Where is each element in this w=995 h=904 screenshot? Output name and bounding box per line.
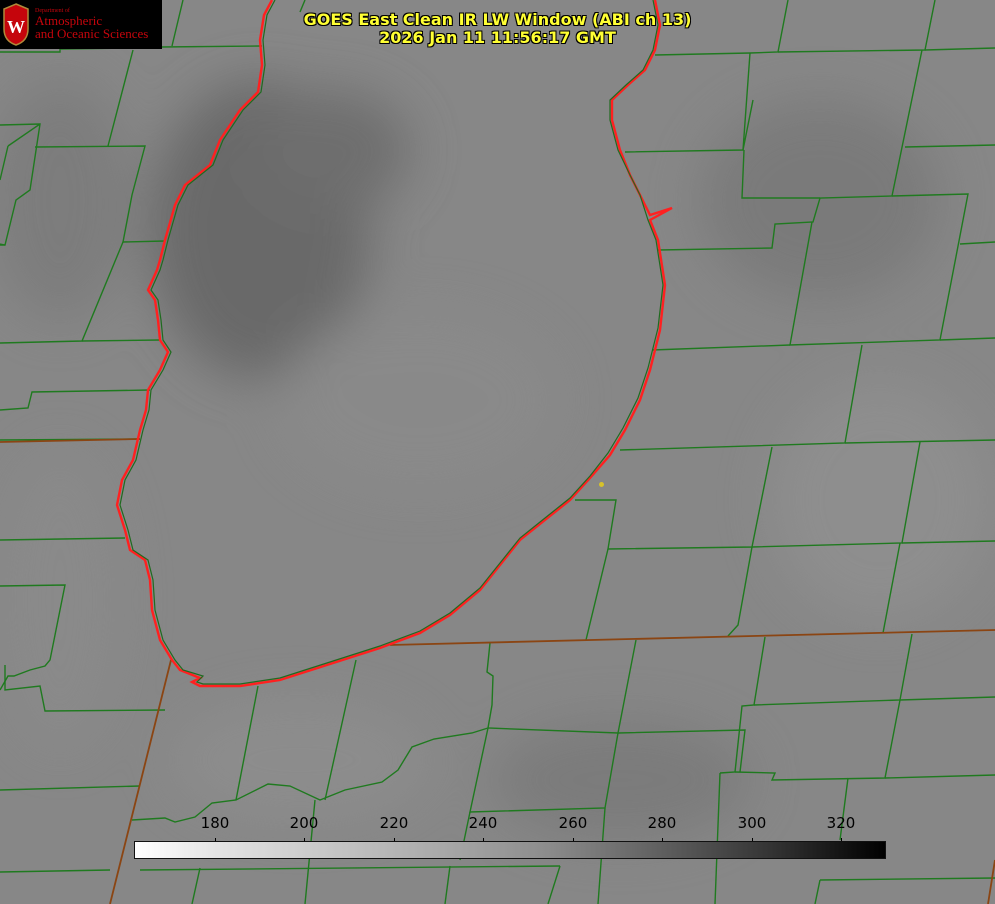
colorbar-tick-label: 260 [558,814,588,832]
colorbar-ticks: 180 200 220 240 260 280 300 320 [0,814,995,842]
title-line1: GOES East Clean IR LW Window (ABI ch 13) [303,10,692,29]
satellite-map [0,0,995,904]
colorbar-tick-label: 220 [379,814,409,832]
colorbar-tick-label: 180 [200,814,230,832]
colorbar-tick-label: 280 [647,814,677,832]
image-title: GOES East Clean IR LW Window (ABI ch 13)… [0,11,995,47]
colorbar-tick-label: 300 [737,814,767,832]
colorbar-tick-label: 320 [826,814,856,832]
colorbar-tick-label: 240 [468,814,498,832]
brightness-temperature-colorbar [134,841,886,859]
colorbar-tick-label: 200 [289,814,319,832]
station-marker [599,482,604,487]
title-line2: 2026 Jan 11 11:56:17 GMT [379,28,616,47]
